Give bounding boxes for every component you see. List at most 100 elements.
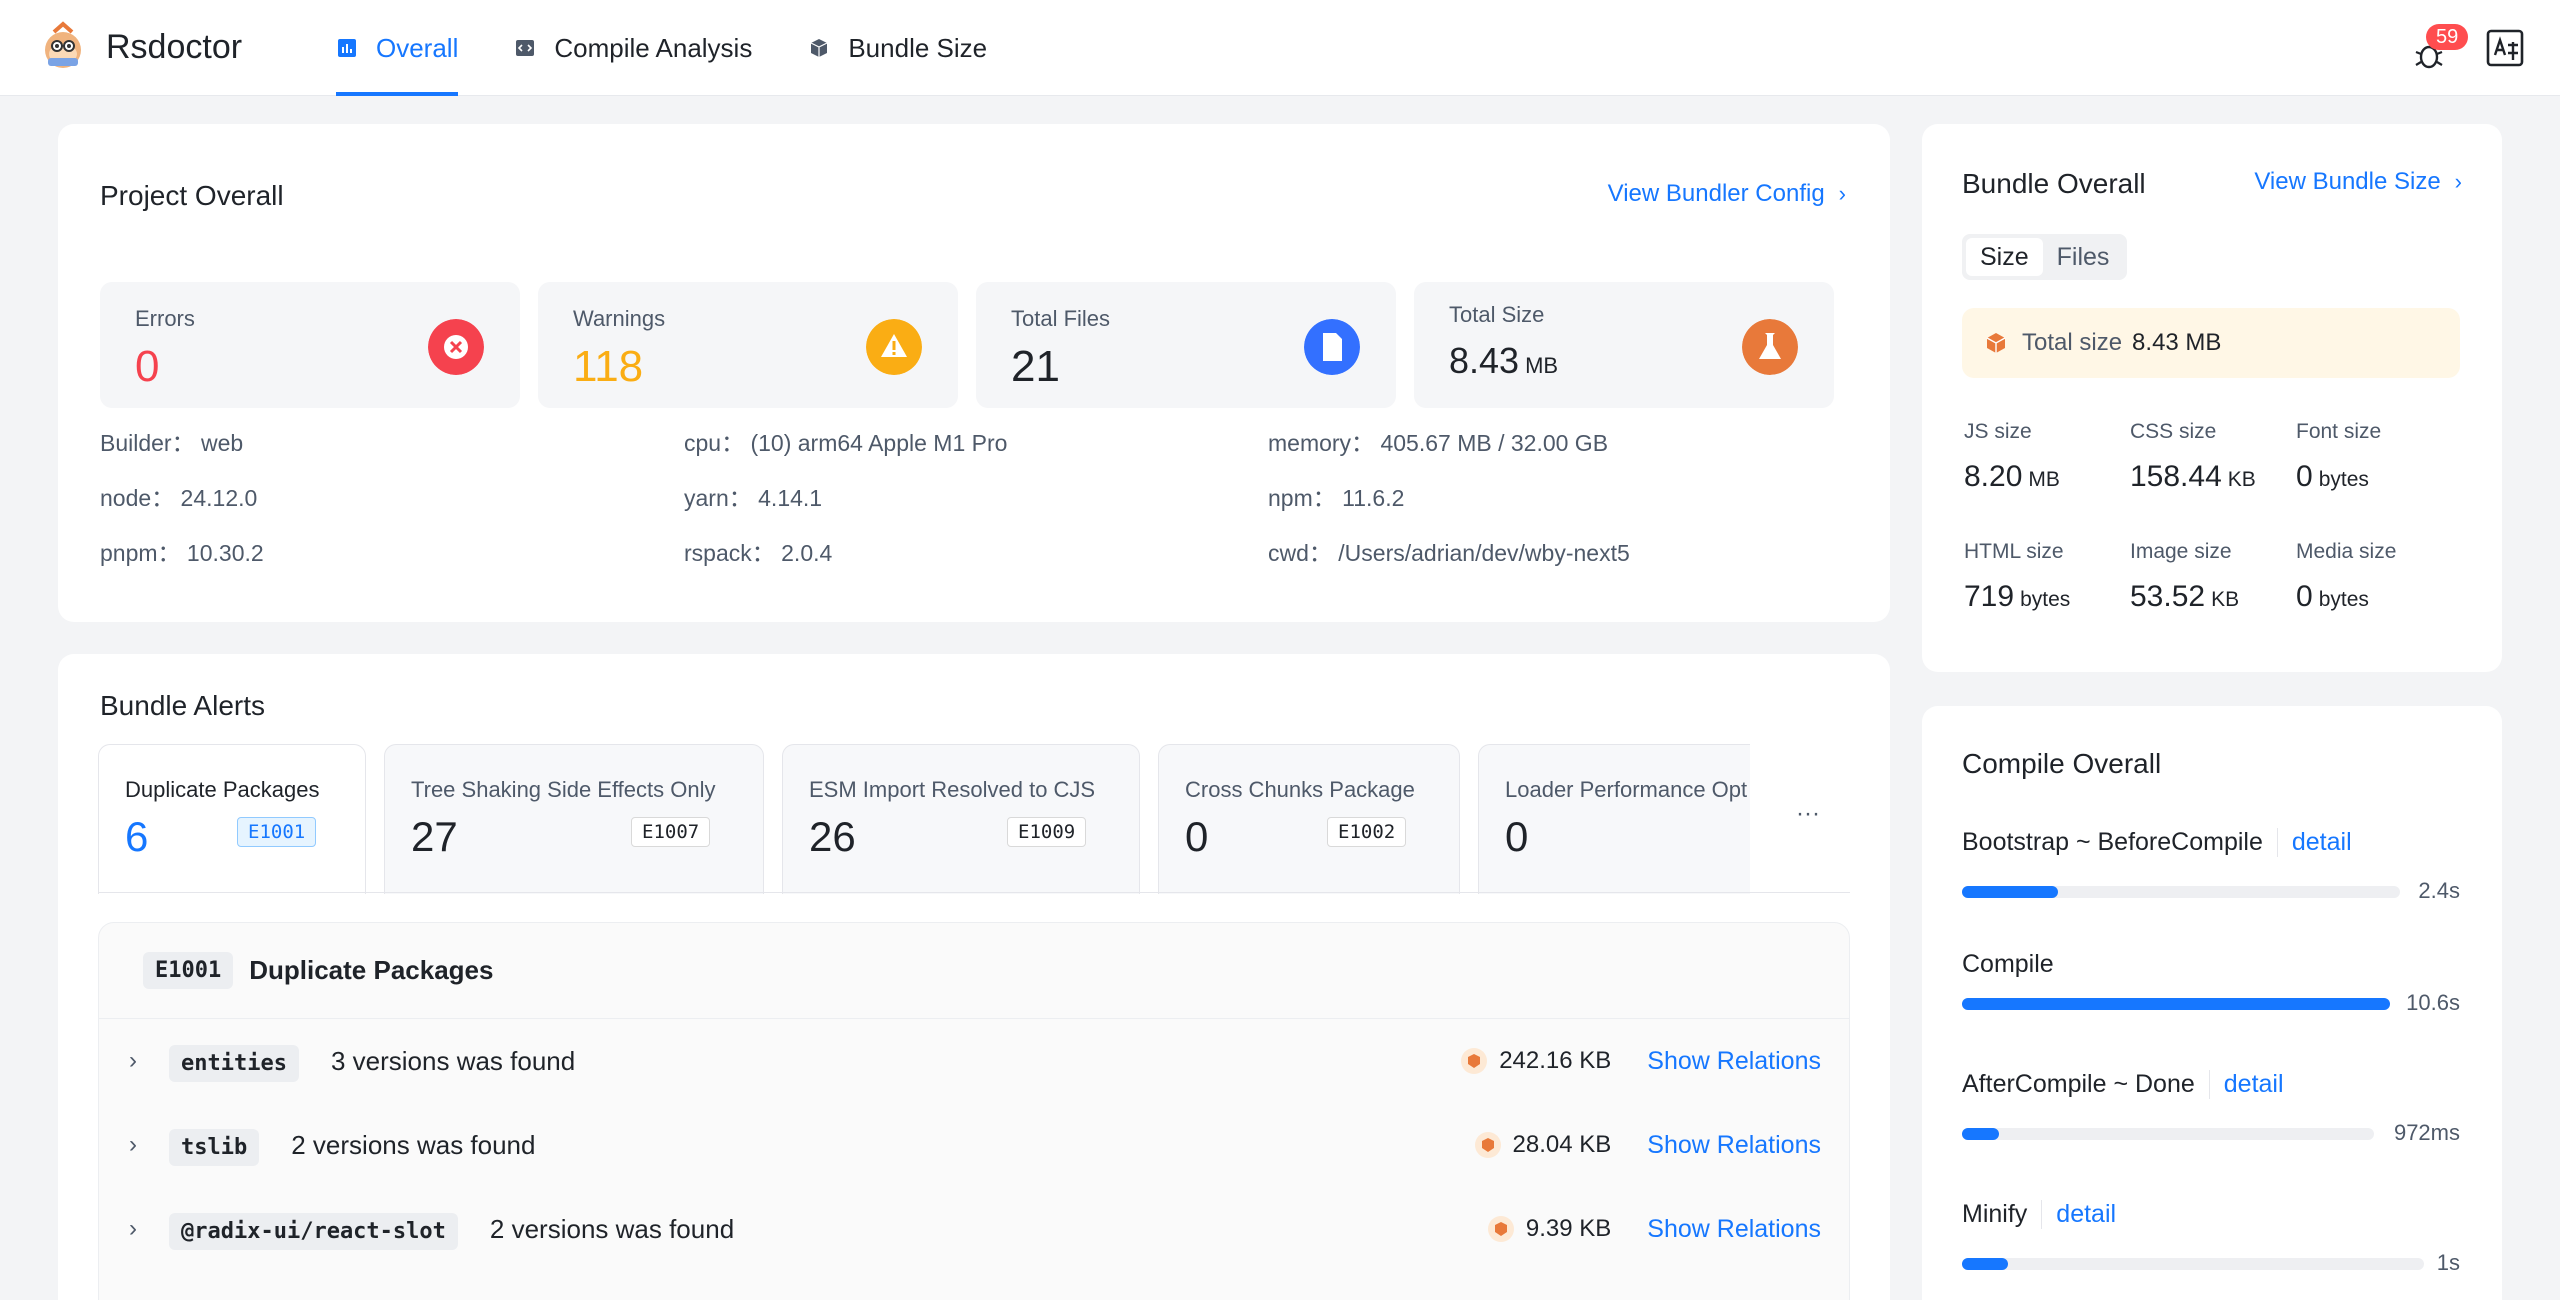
nav-tab-label: Compile Analysis <box>554 32 753 63</box>
notification-badge: 59 <box>2426 24 2469 50</box>
step-name: Minify <box>1962 1200 2028 1228</box>
stat-total-files[interactable]: Total Files 21 <box>976 282 1396 408</box>
step-name: Compile <box>1962 950 2054 978</box>
alert-tab-code: E1001 <box>237 817 317 847</box>
nav-tab-bundle-size[interactable]: Bundle Size <box>808 0 987 96</box>
package-size: 28.04 KB <box>1512 1131 1612 1158</box>
link-label: View Bundler Config <box>1607 180 1825 207</box>
step-name: Bootstrap ~ BeforeCompile <box>1962 828 2263 856</box>
stat-number: 0 <box>135 342 160 391</box>
stat-label: Errors <box>135 306 195 331</box>
size-unit: bytes <box>2318 468 2369 491</box>
file-icon <box>1304 319 1360 375</box>
translate-icon[interactable] <box>2486 29 2524 67</box>
package-name: entities <box>169 1044 299 1082</box>
stat-label: Warnings <box>573 306 666 331</box>
stat-errors[interactable]: Errors 0 <box>100 282 520 408</box>
versions-text: 2 versions was found <box>489 1213 735 1244</box>
alert-tab-label: ESM Import Resolved to CJS <box>809 777 1096 802</box>
step-head: AfterCompile ~ Done detail <box>1962 1070 2284 1099</box>
chart-bar-icon <box>338 39 356 57</box>
progress-fill <box>1962 1128 2000 1140</box>
step-duration: 1s <box>2436 1250 2460 1275</box>
package-name-group: @radix-ui/react-slot 2 versions was found <box>169 1212 735 1250</box>
show-relations-link[interactable]: Show Relations <box>1647 1215 1821 1244</box>
progress-bar-bootstrap <box>1962 886 2400 898</box>
show-relations-link[interactable]: Show Relations <box>1647 1131 1821 1160</box>
stat-value: 21 <box>1011 342 1060 392</box>
tabs-divider <box>98 892 1850 893</box>
warning-icon <box>866 319 922 375</box>
stat-label: Total Size <box>1449 302 1545 327</box>
size-label: HTML size <box>1964 540 2064 563</box>
nav-tab-compile-analysis[interactable]: Compile Analysis <box>514 0 752 96</box>
card-title: Project Overall <box>100 180 284 211</box>
size-value: 0 bytes <box>2296 460 2381 494</box>
total-size-value: 8.43 MB <box>2132 329 2222 356</box>
duplicate-row[interactable]: › @radix-ui/react-slot 2 versions was fou… <box>99 1187 1851 1271</box>
nav-tab-label: Bundle Size <box>848 32 988 63</box>
size-label: JS size <box>1964 420 2032 443</box>
alert-tab-count: 0 <box>1505 813 1529 860</box>
segment-size[interactable]: Size <box>1966 238 2043 276</box>
brand[interactable]: Rsdoctor <box>36 20 242 74</box>
package-name: tslib <box>169 1128 260 1166</box>
stat-label: Total Files <box>1011 306 1111 331</box>
notifications-button[interactable]: 59 <box>2414 24 2469 70</box>
size-number: 8.20 <box>1964 460 2023 493</box>
versions-text: 2 versions was found <box>291 1129 536 1160</box>
nav-tab-overall[interactable]: Overall <box>336 0 459 96</box>
progress-bar-minify <box>1962 1258 2424 1270</box>
alert-tab-duplicate-packages[interactable]: Duplicate Packages 6 E1001 <box>98 744 366 894</box>
chevron-right-icon: › <box>1838 181 1846 206</box>
segment-files[interactable]: Files <box>2043 238 2124 276</box>
size-font: Font size 0 bytes <box>2296 420 2381 494</box>
versions-text: 3 versions was found <box>330 1045 576 1076</box>
alert-tab-label: Duplicate Packages <box>125 777 320 802</box>
alert-tab-esm-import[interactable]: ESM Import Resolved to CJS 26 E1009 <box>782 744 1140 894</box>
view-bundler-config-link[interactable]: View Bundler Config › <box>1608 180 1846 208</box>
compile-step-bootstrap: Bootstrap ~ BeforeCompile detail <box>1962 828 2352 857</box>
chevron-right-icon[interactable]: › <box>129 1215 137 1243</box>
more-tabs-button[interactable]: ··· <box>1796 800 1820 828</box>
stat-total-size[interactable]: Total Size 8.43 MB <box>1414 282 1834 408</box>
view-bundle-size-link[interactable]: View Bundle Size › <box>2254 168 2462 196</box>
env-npm: npm： 11.6.2 <box>1268 485 1405 511</box>
size-js: JS size 8.20 MB <box>1964 420 2060 494</box>
package-icon <box>1986 333 2006 353</box>
size-number: 53.52 <box>2130 580 2206 613</box>
step-detail-link[interactable]: detail <box>2276 828 2352 857</box>
size-unit: MB <box>2028 468 2060 491</box>
duplicate-row[interactable]: › entities 3 versions was found 242.16 KB… <box>99 1019 1851 1103</box>
package-size: 242.16 KB <box>1499 1047 1612 1074</box>
step-detail-link[interactable]: detail <box>2208 1070 2284 1099</box>
chevron-right-icon[interactable]: › <box>129 1047 137 1075</box>
close-circle-icon <box>428 319 484 375</box>
compile-step-minify: Minify detail <box>1962 1200 2116 1229</box>
step-detail-link[interactable]: detail <box>2041 1200 2116 1229</box>
size-label: Font size <box>2296 420 2382 443</box>
chevron-right-icon: › <box>2454 169 2462 194</box>
size-label: Image size <box>2130 540 2232 563</box>
show-relations-link[interactable]: Show Relations <box>1647 1047 1821 1076</box>
size-unit: bytes <box>2020 588 2071 611</box>
step-name: AfterCompile ~ Done <box>1962 1070 2195 1098</box>
size-unit: KB <box>2211 588 2240 611</box>
env-yarn: yarn： 4.14.1 <box>684 485 823 511</box>
alert-tab-count: 6 <box>125 813 149 860</box>
alert-tab-count: 26 <box>809 813 856 860</box>
chevron-right-icon[interactable]: › <box>129 1131 137 1159</box>
env-rspack: rspack： 2.0.4 <box>684 540 833 566</box>
stat-warnings[interactable]: Warnings 118 <box>538 282 958 408</box>
alert-tab-cross-chunks[interactable]: Cross Chunks Package 0 E1002 <box>1158 744 1460 894</box>
progress-bar-aftercompile <box>1962 1128 2374 1140</box>
duplicate-row[interactable]: › tslib 2 versions was found 28.04 KB Sho… <box>99 1103 1851 1187</box>
size-number: 0 <box>2296 580 2313 613</box>
project-overall-card: Project Overall View Bundler Config › Er… <box>58 124 1890 622</box>
stat-number: 8.43 <box>1449 340 1520 381</box>
alert-tab-tree-shaking[interactable]: Tree Shaking Side Effects Only 27 E1007 <box>384 744 764 894</box>
alert-tab-loader-performance[interactable]: Loader Performance Opt 0 <box>1478 744 1750 894</box>
env-memory: memory： 405.67 MB / 32.00 GB <box>1268 430 1609 456</box>
alert-tab-label: Tree Shaking Side Effects Only <box>411 777 716 802</box>
size-number: 158.44 <box>2130 460 2222 493</box>
